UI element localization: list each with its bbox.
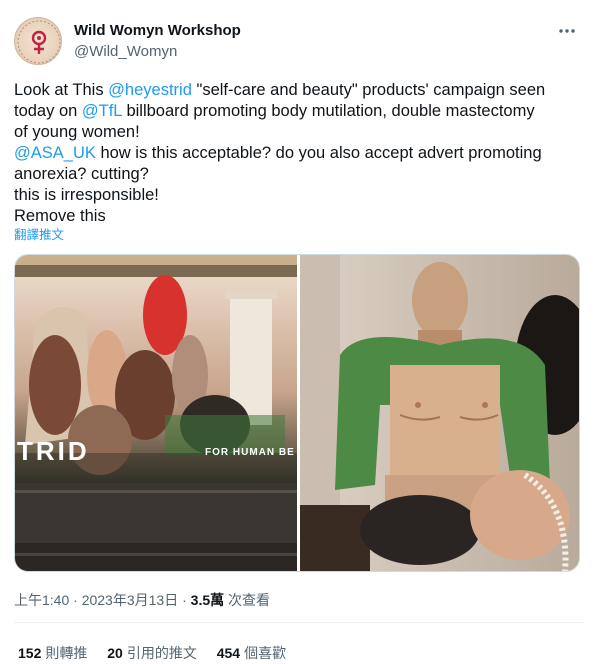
- tweet-line: today on @TfL billboard promoting body m…: [14, 101, 584, 122]
- text-segment: today on: [14, 102, 82, 120]
- tweet-line: anorexia? cutting?: [14, 165, 149, 183]
- divider: [14, 622, 584, 623]
- likes-label: 個喜歡: [244, 645, 287, 661]
- text-segment: how is this acceptable? do you also acce…: [95, 144, 542, 162]
- tweet-media: TRID FOR HUMAN BE: [14, 254, 580, 572]
- views-label: 次查看: [224, 592, 271, 608]
- author-names: Wild Womyn Workshop @Wild_Womyn: [74, 21, 241, 62]
- quotes-count: 20: [107, 645, 123, 661]
- billboard-tagline-text: FOR HUMAN BE: [205, 447, 295, 458]
- tweet-line: @ASA_UK how is this acceptable? do you a…: [14, 143, 584, 164]
- text-segment: Look at This: [14, 81, 109, 99]
- tweet: Wild Womyn Workshop @Wild_Womyn Look at …: [0, 0, 599, 664]
- tweet-line: Remove this: [14, 207, 106, 225]
- retweets-stat[interactable]: 152 則轉推: [18, 643, 87, 663]
- tweet-time[interactable]: 上午1:40: [14, 592, 69, 608]
- likes-stat[interactable]: 454 個喜歡: [217, 643, 286, 663]
- retweets-label: 則轉推: [45, 645, 88, 661]
- tweet-meta: 上午1:40 · 2023年3月13日 · 3.5萬 次查看: [14, 590, 270, 610]
- quotes-label: 引用的推文: [126, 645, 197, 661]
- tweet-date[interactable]: 2023年3月13日: [82, 592, 179, 608]
- media-image-closeup[interactable]: [300, 255, 579, 571]
- handle[interactable]: @Wild_Womyn: [74, 42, 241, 62]
- translate-tweet-link[interactable]: 翻譯推文: [14, 224, 64, 243]
- likes-count: 454: [216, 645, 241, 661]
- avatar-logo-icon: [17, 20, 61, 64]
- tweet-stats: 152 則轉推 20 引用的推文 454 個喜歡: [18, 643, 302, 663]
- text-segment: "self-care and beauty" products' campaig…: [191, 81, 546, 99]
- tweet-line: this is irresponsible!: [14, 186, 159, 204]
- avatar[interactable]: [14, 17, 62, 65]
- more-options-icon[interactable]: [556, 20, 578, 42]
- retweets-count: 152: [18, 645, 42, 661]
- tweet-header: Wild Womyn Workshop @Wild_Womyn: [14, 17, 584, 67]
- tweet-line: Look at This @heyestrid "self-care and b…: [14, 80, 584, 101]
- mention-heyestrid[interactable]: @heyestrid: [108, 81, 192, 99]
- mention-asa-uk[interactable]: @ASA_UK: [14, 144, 96, 162]
- mention-tfl[interactable]: @TfL: [82, 102, 122, 120]
- tweet-line: of young women!: [14, 123, 140, 141]
- quotes-stat[interactable]: 20 引用的推文: [107, 643, 197, 663]
- billboard-brand-text: TRID: [17, 436, 90, 466]
- media-image-billboard[interactable]: TRID FOR HUMAN BE: [15, 255, 297, 571]
- views-count: 3.5萬: [190, 592, 225, 608]
- display-name[interactable]: Wild Womyn Workshop: [74, 21, 241, 41]
- text-segment: billboard promoting body mutilation, dou…: [121, 102, 535, 120]
- meta-separator: ·: [178, 592, 191, 608]
- tweet-text: Look at This @heyestrid "self-care and b…: [14, 80, 584, 227]
- meta-separator: ·: [69, 592, 82, 608]
